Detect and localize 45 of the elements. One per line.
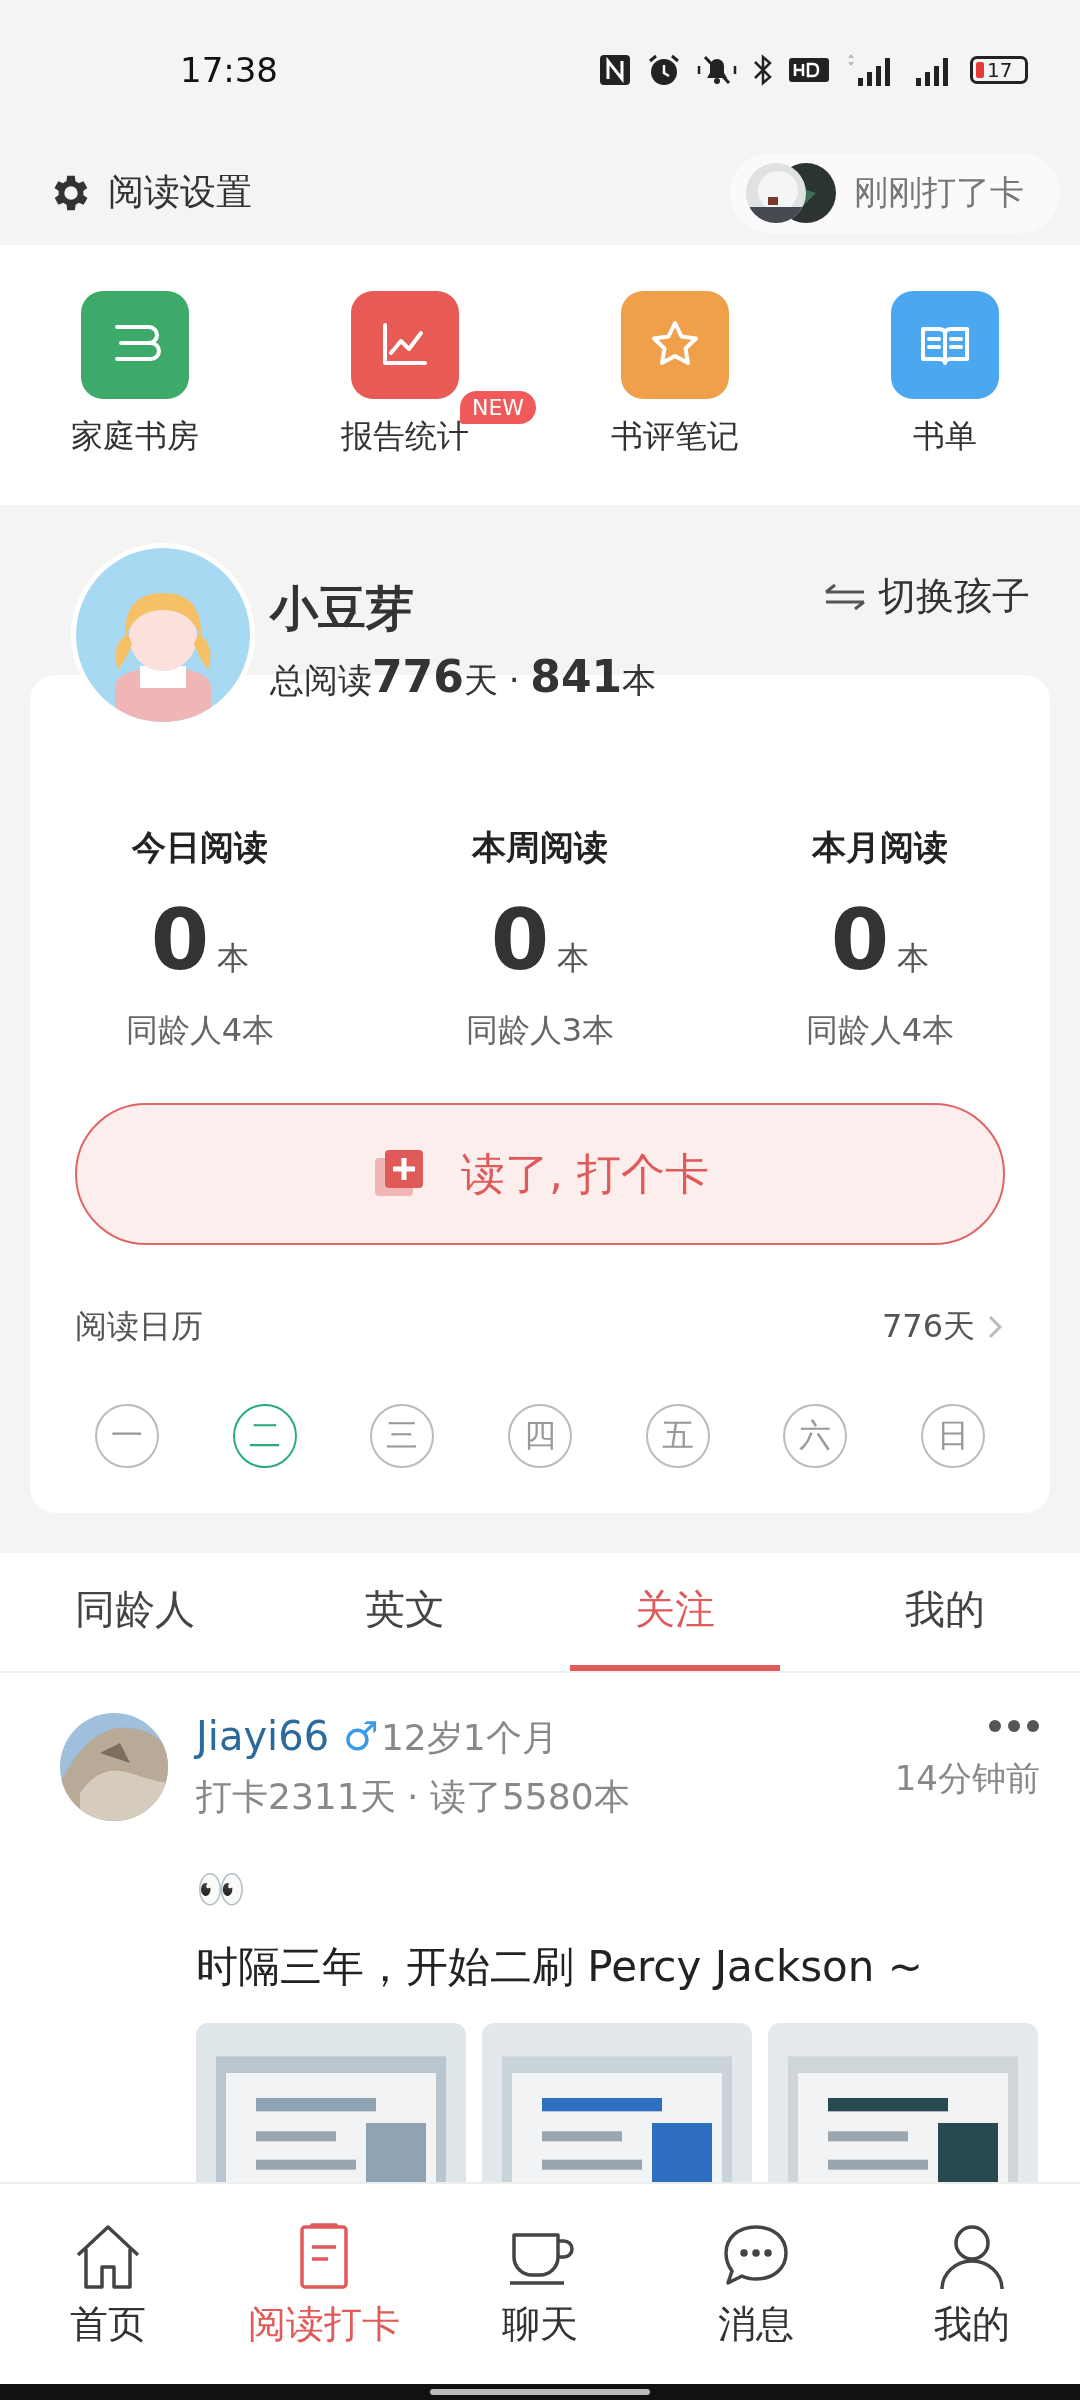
peer-stat: 同龄人4本	[125, 1010, 275, 1051]
shortcut-button[interactable]: 家庭书房	[0, 291, 270, 459]
username[interactable]: Jiayi66	[196, 1713, 330, 1759]
reading-total: 总阅读776天 · 841本	[270, 650, 657, 704]
gender-icon: ♂	[343, 1713, 379, 1759]
feed-tab[interactable]: 英文	[300, 1553, 510, 1671]
feed-tab[interactable]: 同龄人	[30, 1553, 240, 1671]
peer-stat: 同龄人4本	[805, 1010, 955, 1051]
shortcut-button[interactable]: NEW 报告统计	[270, 291, 540, 459]
stat-value: 0 本	[150, 891, 250, 989]
post-emoji: 👀	[196, 1866, 247, 1913]
user-age: 12岁1个月	[380, 1716, 558, 1760]
star-shortcut-icon	[621, 291, 729, 399]
calendar-link[interactable]: 776天	[881, 1305, 1005, 1349]
stat-value: 0 本	[490, 891, 590, 989]
nav-tab[interactable]: 消息	[648, 2184, 864, 2384]
battery-icon: 17	[970, 56, 1028, 84]
child-name: 小豆芽	[270, 578, 415, 638]
shortcut-button[interactable]: 书评笔记	[540, 291, 810, 459]
feed-tab[interactable]: 我的	[840, 1553, 1050, 1671]
post-time: 14分钟前	[894, 1757, 1040, 1800]
stat-label: 本月阅读	[812, 826, 948, 869]
peer-stat: 同龄人3本	[465, 1010, 615, 1051]
bluetooth-icon	[752, 52, 774, 88]
new-badge: NEW	[460, 391, 537, 424]
nav-tab[interactable]: 我的	[864, 2184, 1080, 2384]
stat-value: 0 本	[830, 891, 930, 989]
calendar-title: 阅读日历	[75, 1306, 203, 1347]
nav-tab[interactable]: 首页	[0, 2184, 216, 2384]
post-text: 时隔三年，开始二刷 Percy Jackson ~	[196, 1941, 924, 1993]
status-time: 17:38	[180, 50, 278, 90]
stat-label: 今日阅读	[132, 826, 268, 869]
switch-child-button[interactable]: 切换孩子	[822, 571, 1030, 622]
recent-checkin-button[interactable]: 刚刚打了卡	[730, 152, 1060, 233]
user-stats: 打卡2311天 · 读了5580本	[196, 1775, 630, 1819]
shortcut-button[interactable]: 书单	[810, 291, 1080, 459]
nav-tab[interactable]: 阅读打卡	[216, 2184, 432, 2384]
chart-shortcut-icon	[351, 291, 459, 399]
book-shortcut-icon	[891, 291, 999, 399]
nav-tab[interactable]: 聊天	[432, 2184, 648, 2384]
reading-settings-button[interactable]: 阅读设置	[48, 168, 252, 217]
hd-icon	[788, 55, 830, 85]
nfc-icon	[598, 53, 632, 87]
alarm-icon	[646, 52, 682, 88]
stat-label: 本周阅读	[472, 826, 608, 869]
